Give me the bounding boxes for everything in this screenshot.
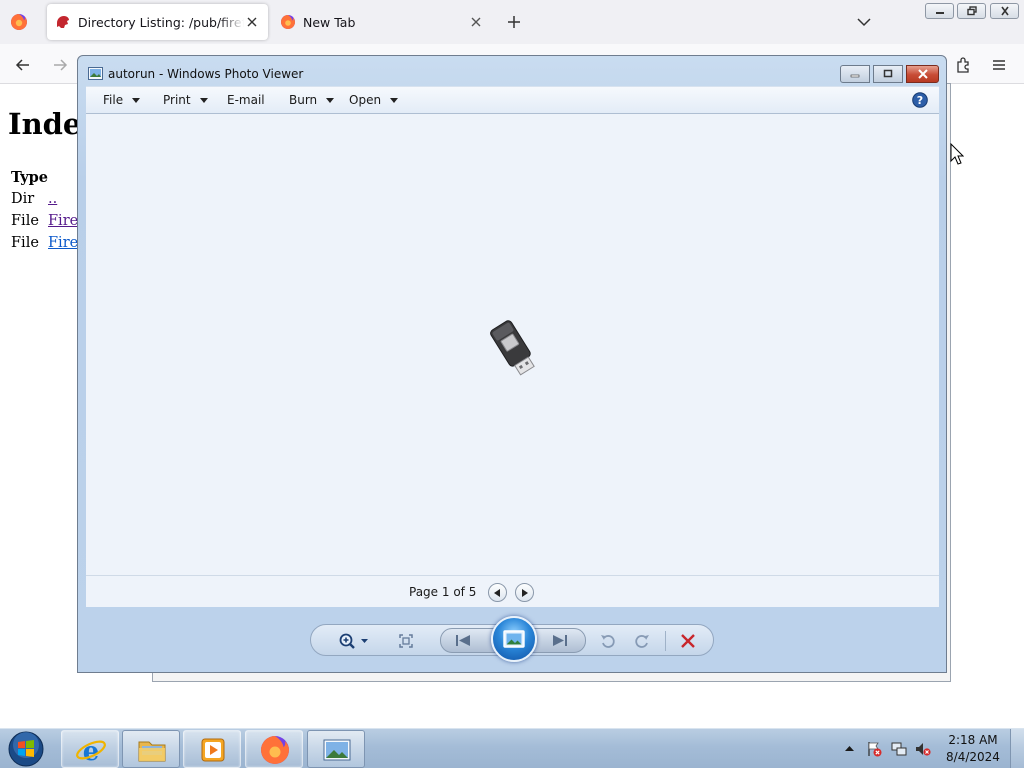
photo-viewer-icon xyxy=(323,739,351,761)
next-page-button[interactable] xyxy=(515,583,534,602)
firefox-app-icon xyxy=(11,14,27,30)
page-navigation-bar: Page 1 of 5 xyxy=(86,575,939,607)
photo-viewer-menubar: File Print E-mail Burn Open ? xyxy=(86,86,939,114)
table-header-row: Type xyxy=(11,169,84,191)
forward-arrow-icon[interactable] xyxy=(51,56,69,74)
mouse-cursor-icon xyxy=(950,143,964,165)
menu-email[interactable]: E-mail xyxy=(227,93,265,107)
internet-explorer-icon: e xyxy=(76,737,106,766)
network-icon[interactable] xyxy=(891,741,907,757)
tab-title: New Tab xyxy=(303,14,356,30)
dropdown-caret-icon xyxy=(199,97,208,103)
tab-directory-listing[interactable]: Directory Listing: /pub/firefox/r xyxy=(47,4,268,40)
close-window-button[interactable] xyxy=(906,65,939,83)
start-orb-icon[interactable] xyxy=(7,730,45,768)
menu-print[interactable]: Print xyxy=(163,93,208,107)
taskbar-firefox[interactable] xyxy=(245,730,303,768)
tab-title: Directory Listing: /pub/firefox/r xyxy=(78,14,244,30)
browser-tab-bar: Directory Listing: /pub/firefox/r New Ta… xyxy=(0,0,1024,44)
zoom-dropdown-caret-icon[interactable] xyxy=(361,639,368,643)
tab-favicon-icon xyxy=(57,16,69,28)
menu-label: Burn xyxy=(289,93,318,107)
close-icon xyxy=(917,69,928,79)
previous-page-button[interactable] xyxy=(488,583,507,602)
toolbar-divider xyxy=(665,631,666,651)
previous-image-icon[interactable] xyxy=(454,633,472,648)
new-tab-icon[interactable] xyxy=(505,13,523,31)
clock-date[interactable]: 8/4/2024 xyxy=(940,750,1006,764)
minimize-icon xyxy=(850,74,860,78)
dropdown-caret-icon xyxy=(326,97,335,103)
menu-burn[interactable]: Burn xyxy=(289,93,335,107)
clock-time[interactable]: 2:18 AM xyxy=(940,733,1006,747)
image-canvas xyxy=(86,114,939,575)
usb-flash-drive-icon xyxy=(490,320,535,376)
dropdown-caret-icon xyxy=(132,97,141,103)
triangle-left-icon xyxy=(494,589,500,597)
media-player-icon xyxy=(201,738,225,762)
tab-new-tab[interactable]: New Tab xyxy=(272,4,492,40)
restore-button[interactable] xyxy=(957,3,986,19)
volume-muted-icon[interactable] xyxy=(915,741,931,757)
extensions-puzzle-icon[interactable] xyxy=(955,56,973,74)
show-desktop-button[interactable] xyxy=(1010,729,1024,768)
maximize-icon xyxy=(883,69,893,78)
minimize-icon xyxy=(935,12,944,14)
slideshow-icon xyxy=(503,630,525,648)
actual-size-icon[interactable] xyxy=(397,632,415,650)
row-type: Dir xyxy=(11,191,35,207)
menu-file[interactable]: File xyxy=(103,93,141,107)
photo-viewer-titlebar[interactable]: autorun - Windows Photo Viewer xyxy=(78,56,946,86)
row-type: File xyxy=(11,235,39,251)
photo-viewer-app-icon xyxy=(88,67,103,80)
taskbar-photo-viewer[interactable] xyxy=(307,730,365,768)
action-center-flag-icon[interactable] xyxy=(866,741,882,757)
windows-explorer-icon xyxy=(138,741,166,762)
close-icon xyxy=(1000,6,1009,16)
tab-list-chevron-icon[interactable] xyxy=(856,14,872,30)
column-header-type: Type xyxy=(11,169,48,186)
dropdown-caret-icon xyxy=(390,97,399,103)
table-row: File Firef xyxy=(11,213,84,235)
taskbar-media-player[interactable] xyxy=(183,730,241,768)
firefox-favicon-icon xyxy=(281,15,295,29)
triangle-right-icon xyxy=(522,589,528,597)
taskbar-internet-explorer[interactable]: e xyxy=(61,730,119,768)
firefox-icon xyxy=(261,736,289,764)
show-hidden-icons-chevron[interactable] xyxy=(845,745,854,752)
slideshow-button[interactable] xyxy=(491,616,537,662)
close-tab-icon[interactable] xyxy=(468,14,484,30)
menu-label: Print xyxy=(163,93,191,107)
rotate-clockwise-icon[interactable] xyxy=(633,632,651,650)
taskbar-windows-explorer[interactable] xyxy=(122,730,180,768)
help-icon[interactable]: ? xyxy=(912,92,928,108)
delete-x-icon[interactable] xyxy=(679,632,697,650)
row-type: File xyxy=(11,213,39,229)
svg-text:?: ? xyxy=(917,94,923,107)
zoom-icon[interactable] xyxy=(338,632,356,650)
maximize-button[interactable] xyxy=(873,65,903,83)
menu-label: File xyxy=(103,93,124,107)
photo-viewer-window: autorun - Windows Photo Viewer File Prin… xyxy=(77,55,947,673)
back-arrow-icon[interactable] xyxy=(14,56,32,74)
table-row: File Firef xyxy=(11,235,84,257)
minimize-button[interactable] xyxy=(925,3,954,19)
menu-label: E-mail xyxy=(227,93,265,107)
hamburger-menu-icon[interactable] xyxy=(990,56,1008,74)
directory-table: Type Dir .. File Firef File Firef xyxy=(11,169,84,257)
next-image-icon[interactable] xyxy=(551,633,569,648)
row-link[interactable]: .. xyxy=(48,191,57,213)
rotate-counterclockwise-icon[interactable] xyxy=(599,632,617,650)
window-title: autorun - Windows Photo Viewer xyxy=(108,67,304,81)
table-row: Dir .. xyxy=(11,191,84,213)
menu-open[interactable]: Open xyxy=(349,93,399,107)
restore-icon xyxy=(966,6,977,16)
menu-label: Open xyxy=(349,93,382,107)
minimize-button[interactable] xyxy=(840,65,870,83)
close-tab-icon[interactable] xyxy=(244,14,260,30)
page-indicator: Page 1 of 5 xyxy=(409,585,477,599)
close-window-button[interactable] xyxy=(990,3,1019,19)
viewer-control-toolbar xyxy=(310,616,714,662)
